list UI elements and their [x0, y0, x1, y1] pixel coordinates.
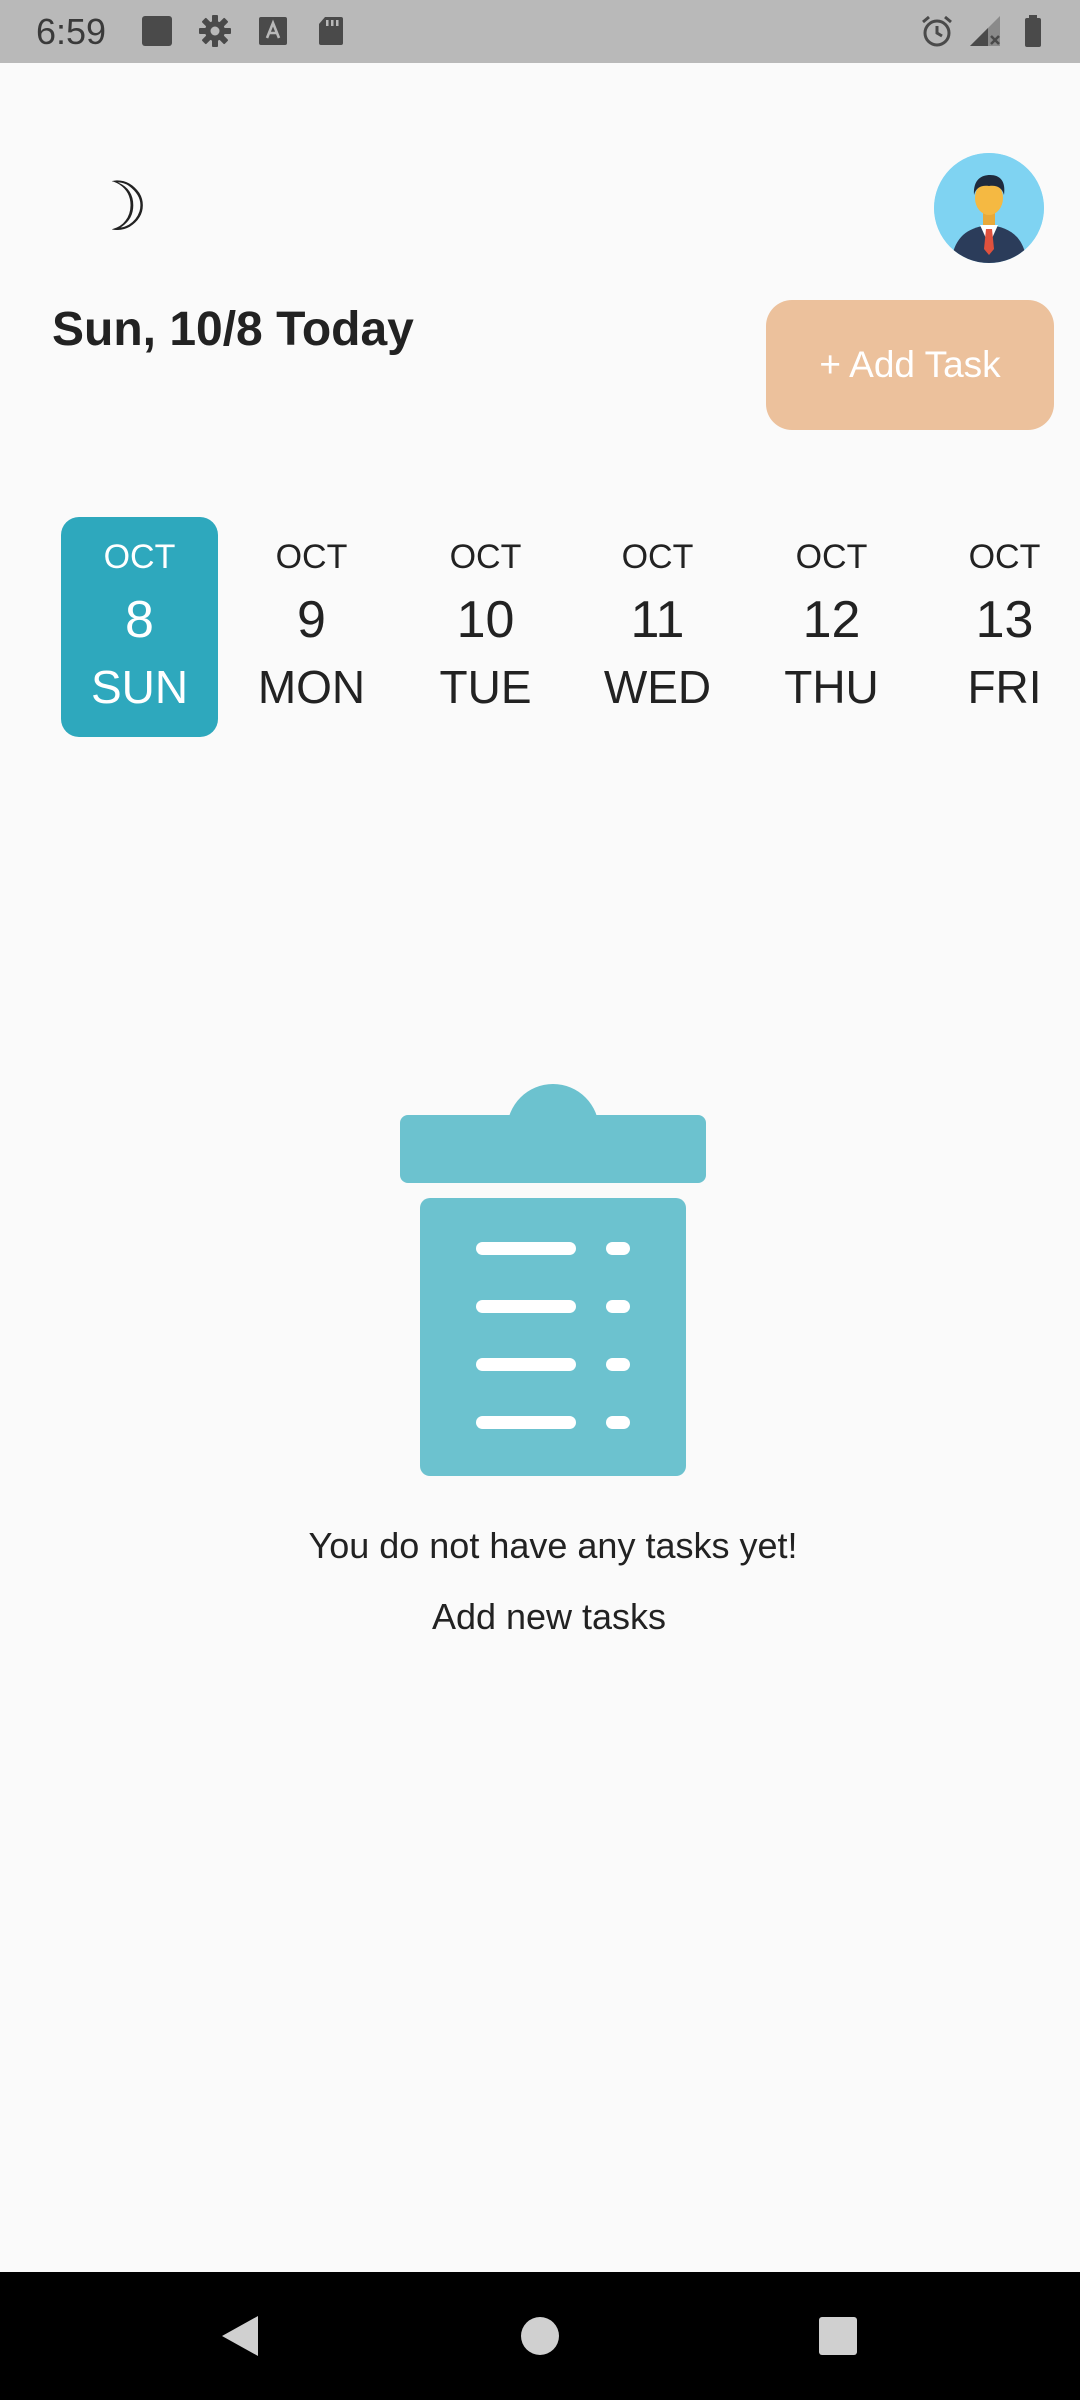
square-notification-icon: [140, 14, 174, 48]
empty-state-title: You do not have any tasks yet!: [308, 1525, 798, 1566]
date-day: 11: [630, 591, 685, 649]
date-month: OCT: [621, 538, 694, 576]
date-item-oct-9[interactable]: OCT 9 MON: [233, 517, 390, 737]
date-month: OCT: [275, 538, 348, 576]
battery-icon: [1016, 14, 1050, 48]
back-button[interactable]: [208, 2304, 272, 2368]
date-day: 12: [802, 591, 861, 649]
theme-toggle-button[interactable]: ☽: [87, 169, 149, 245]
task-list-illustration-icon: [398, 1078, 708, 1478]
sd-card-icon: [314, 14, 348, 48]
recents-square-icon: [819, 2317, 857, 2355]
date-day: 9: [297, 591, 326, 649]
page-title: Sun, 10/8 Today: [52, 303, 414, 356]
date-item-oct-8[interactable]: OCT 8 SUN: [61, 517, 218, 737]
date-month: OCT: [449, 538, 522, 576]
date-weekday: SUN: [90, 661, 189, 713]
date-weekday: WED: [603, 661, 712, 713]
person-avatar-icon: [934, 153, 1044, 263]
date-month: OCT: [795, 538, 868, 576]
date-item-oct-12[interactable]: OCT 12 THU: [753, 517, 910, 737]
date-month: OCT: [968, 538, 1041, 576]
navigation-bar: [0, 2272, 1080, 2400]
date-weekday: THU: [784, 661, 879, 713]
home-circle-icon: [521, 2317, 559, 2355]
moon-icon: ☽: [87, 169, 149, 245]
add-task-button[interactable]: + Add Task: [766, 300, 1054, 430]
date-day: 10: [456, 591, 515, 649]
date-item-oct-11[interactable]: OCT 11 WED: [579, 517, 736, 737]
date-item-oct-13[interactable]: OCT 13 FRI: [926, 517, 1080, 737]
date-weekday: FRI: [967, 661, 1042, 713]
status-bar: 6:59: [0, 0, 1080, 63]
back-triangle-icon: [222, 2316, 258, 2356]
date-item-oct-10[interactable]: OCT 10 TUE: [407, 517, 564, 737]
home-button[interactable]: [508, 2304, 572, 2368]
keyboard-a-icon: [256, 14, 290, 48]
recents-button[interactable]: [806, 2304, 870, 2368]
avatar[interactable]: [934, 153, 1044, 263]
status-time: 6:59: [36, 11, 107, 52]
empty-state-subtitle: Add new tasks: [431, 1596, 667, 1637]
gear-icon: [198, 14, 232, 48]
signal-icon: [968, 14, 1002, 48]
date-weekday: TUE: [439, 661, 532, 713]
date-month: OCT: [103, 538, 176, 576]
alarm-icon: [920, 14, 954, 48]
date-day: 13: [975, 591, 1034, 649]
date-day: 8: [125, 591, 154, 649]
date-weekday: MON: [257, 661, 366, 713]
